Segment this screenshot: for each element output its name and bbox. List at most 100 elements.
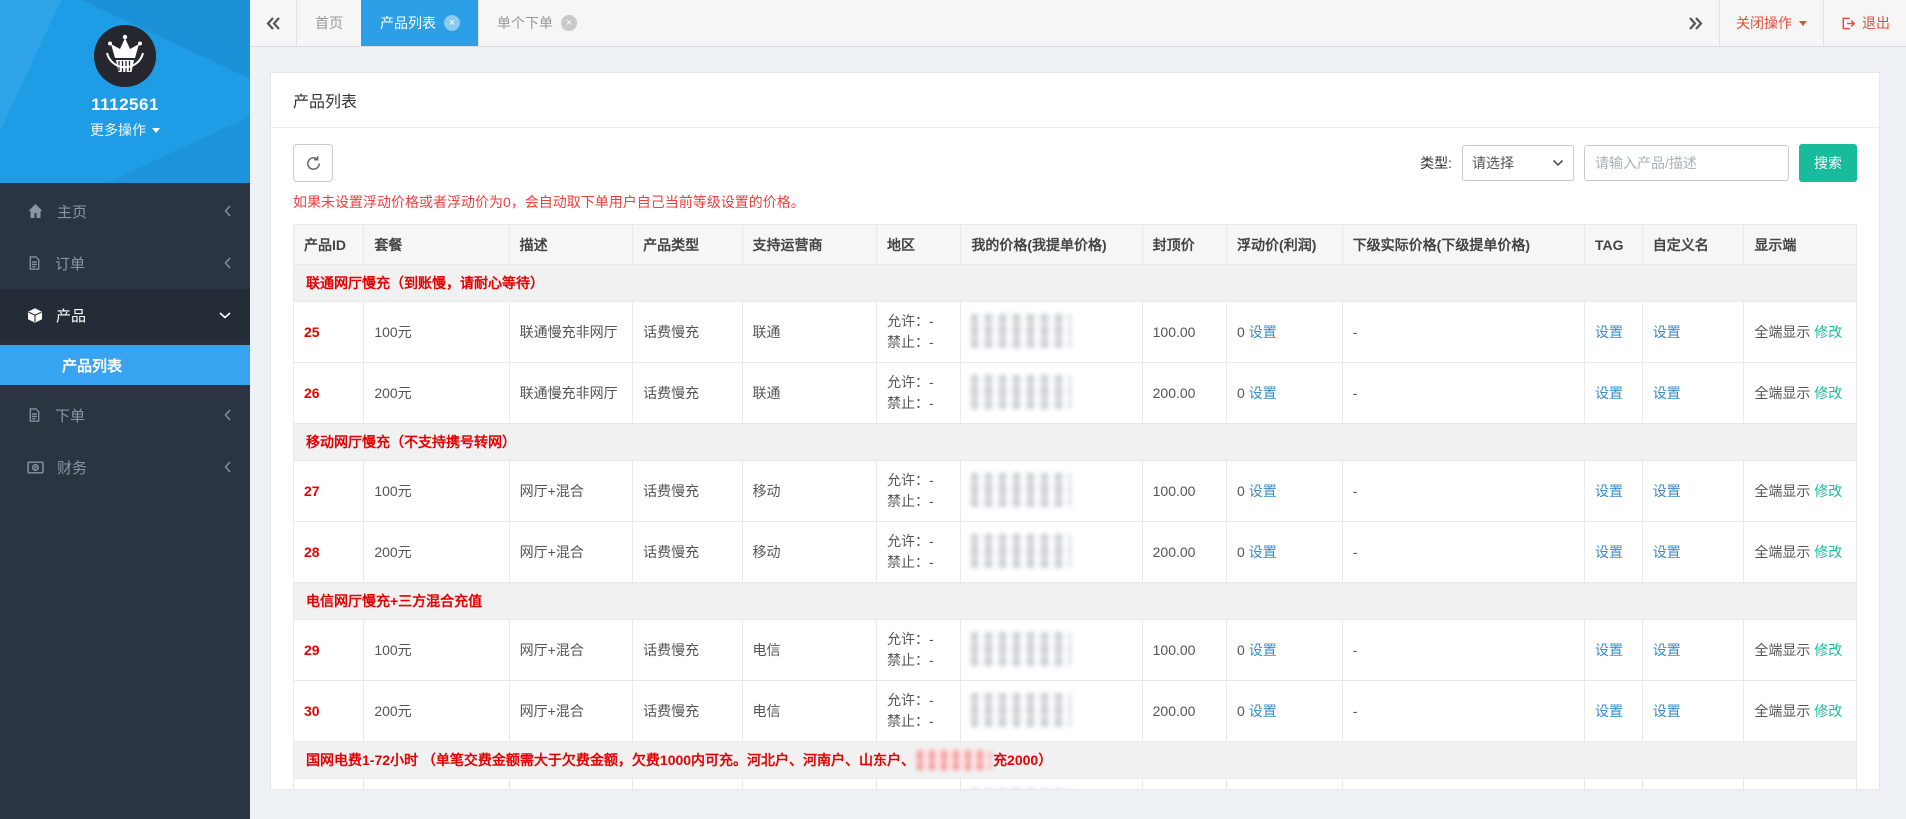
float-set-link[interactable]: 设置 xyxy=(1249,544,1277,560)
product-row: 30 200元 网厅+混合 话费慢充 电信 允许：- 禁止：- 200.00 0 设置 - 设置 设置… xyxy=(292,680,1857,742)
description-cell: 联通慢充非网厅 xyxy=(508,301,634,363)
tabs-scroll-right-button[interactable] xyxy=(1673,0,1719,46)
display-cell xyxy=(1743,778,1857,789)
logout-button[interactable]: 退出 xyxy=(1823,0,1906,46)
close-actions-dropdown[interactable]: 关闭操作 xyxy=(1719,0,1823,46)
sub-price-cell: - xyxy=(1341,362,1585,424)
tag-set-link[interactable]: 设置 xyxy=(1595,703,1623,719)
home-icon xyxy=(28,204,43,218)
user-avatar[interactable] xyxy=(94,25,156,87)
package-cell: 100元 xyxy=(363,301,510,363)
type-label: 类型: xyxy=(1420,155,1452,171)
package-cell: 200元 xyxy=(363,521,510,583)
float-price-notice: 如果未设置浮动价格或者浮动价为0，会自动取下单用户自己当前等级设置的价格。 xyxy=(293,194,805,210)
float-value: 0 xyxy=(1237,483,1249,499)
refresh-icon xyxy=(306,155,320,170)
crown-logo-icon xyxy=(94,25,156,87)
display-modify-link[interactable]: 修改 xyxy=(1814,544,1842,560)
display-modify-link[interactable]: 修改 xyxy=(1814,324,1842,340)
sidebar-menu: 主页 订单 产品 产品列表 下单 财务 xyxy=(0,183,250,493)
float-set-link[interactable]: 设置 xyxy=(1249,483,1277,499)
package-cell xyxy=(363,778,510,789)
product-row: 28 200元 网厅+混合 话费慢充 移动 允许：- 禁止：- 200.00 0 设置 - 设置 设置… xyxy=(292,521,1857,583)
display-mode: 全端显示 xyxy=(1754,483,1815,499)
cap-price-cell: 200.00 xyxy=(1141,680,1228,742)
display-modify-link[interactable]: 修改 xyxy=(1814,642,1842,658)
float-value: 0 xyxy=(1237,642,1249,658)
display-cell: 全端显示 修改 xyxy=(1743,619,1857,681)
group-label: 移动网厅慢充（不支持携号转网） xyxy=(306,434,516,450)
tag-cell: 设置 xyxy=(1583,680,1643,742)
group-header-cell: 电信网厅慢充+三方混合充值 xyxy=(293,582,1857,620)
display-modify-link[interactable]: 修改 xyxy=(1814,703,1842,719)
sidebar-item-product-list[interactable]: 产品列表 xyxy=(0,345,250,385)
my-price-cell xyxy=(960,619,1143,681)
chevron-left-icon xyxy=(223,460,232,474)
carrier-cell: 电信 xyxy=(741,680,877,742)
description-cell: 网厅+混合 xyxy=(508,521,634,583)
search-button[interactable]: 搜索 xyxy=(1799,144,1857,182)
product-type-cell: 话费慢充 xyxy=(632,521,743,583)
product-type-cell: 话费慢充 xyxy=(632,301,743,363)
sidebar-item-label: 产品 xyxy=(56,307,87,325)
region-allow: 允许：- xyxy=(887,789,950,790)
region-deny: 禁止：- xyxy=(886,493,934,509)
carrier-cell: 电信 xyxy=(741,619,877,681)
group-header-cell: 联通网厅慢充（到账慢，请耐心等待） xyxy=(293,264,1857,302)
float-set-link[interactable]: 设置 xyxy=(1249,385,1277,401)
sidebar-item-products[interactable]: 产品 xyxy=(0,289,250,341)
custom-name-cell: 设置 xyxy=(1641,619,1745,681)
type-select[interactable]: 请选择 xyxy=(1462,145,1574,181)
tab-home[interactable]: 首页 xyxy=(296,0,361,46)
tab-product-list[interactable]: 产品列表 xyxy=(361,0,478,46)
main-area: 首页 产品列表 单个下单 关闭操作 退出 xyxy=(250,0,1906,819)
carrier-cell: 移动 xyxy=(741,521,877,583)
group-label: 电信网厅慢充+三方混合充值 xyxy=(306,593,483,609)
chevron-left-icon xyxy=(223,256,232,270)
tag-cell: 设置 xyxy=(1583,619,1643,681)
tag-set-link[interactable]: 设置 xyxy=(1595,544,1623,560)
display-modify-link[interactable]: 修改 xyxy=(1814,385,1842,401)
product-type-cell: 话费慢充 xyxy=(632,460,743,522)
custom-name-set-link[interactable]: 设置 xyxy=(1653,483,1681,499)
tabs-scroll-left-button[interactable] xyxy=(250,0,296,46)
custom-name-set-link[interactable]: 设置 xyxy=(1653,544,1681,560)
column-header: 自定义名 xyxy=(1641,224,1745,265)
tag-set-link[interactable]: 设置 xyxy=(1595,642,1623,658)
float-price-cell: 0 设置 xyxy=(1226,460,1343,522)
tag-set-link[interactable]: 设置 xyxy=(1595,483,1623,499)
sidebar-item-finance[interactable]: 财务 xyxy=(0,441,250,493)
product-table: 产品ID 套餐 描述 产品类型 支持运营商 地区 我的价格(我提单价格) 封顶价 浮动价(利润)… xyxy=(292,224,1857,790)
submenu-item-label: 产品列表 xyxy=(62,357,123,375)
float-set-link[interactable]: 设置 xyxy=(1249,324,1277,340)
sidebar-item-orders[interactable]: 订单 xyxy=(0,237,250,289)
more-actions-dropdown[interactable]: 更多操作 xyxy=(90,120,160,140)
custom-name-set-link[interactable]: 设置 xyxy=(1653,642,1681,658)
float-set-link[interactable]: 设置 xyxy=(1249,642,1277,658)
custom-name-set-link[interactable]: 设置 xyxy=(1653,703,1681,719)
sidebar-item-place-order[interactable]: 下单 xyxy=(0,389,250,441)
custom-name-set-link[interactable]: 设置 xyxy=(1653,385,1681,401)
search-input[interactable] xyxy=(1584,145,1789,181)
refresh-button[interactable] xyxy=(293,144,333,182)
custom-name-set-link[interactable]: 设置 xyxy=(1653,324,1681,340)
sidebar-item-home[interactable]: 主页 xyxy=(0,185,250,237)
package-cell: 200元 xyxy=(363,362,510,424)
tab-close-icon[interactable] xyxy=(561,15,577,31)
tab-close-icon[interactable] xyxy=(444,15,460,31)
product-row: 允许：- xyxy=(292,778,1857,790)
tag-set-link[interactable]: 设置 xyxy=(1595,385,1623,401)
tag-set-link[interactable]: 设置 xyxy=(1595,324,1623,340)
column-header: 套餐 xyxy=(363,224,510,265)
region-allow: 允许：- xyxy=(886,692,934,708)
region-cell: 允许：- xyxy=(875,778,962,790)
region-deny: 禁止：- xyxy=(886,554,934,570)
region-allow: 允许：- xyxy=(886,631,934,647)
region-deny: 禁止：- xyxy=(886,652,934,668)
display-modify-link[interactable]: 修改 xyxy=(1814,483,1842,499)
user-id: 1112561 xyxy=(91,95,159,114)
tab-single-order[interactable]: 单个下单 xyxy=(478,0,595,46)
float-set-link[interactable]: 设置 xyxy=(1249,703,1277,719)
product-id-cell: 28 xyxy=(292,521,365,583)
chevron-left-icon xyxy=(223,204,232,218)
